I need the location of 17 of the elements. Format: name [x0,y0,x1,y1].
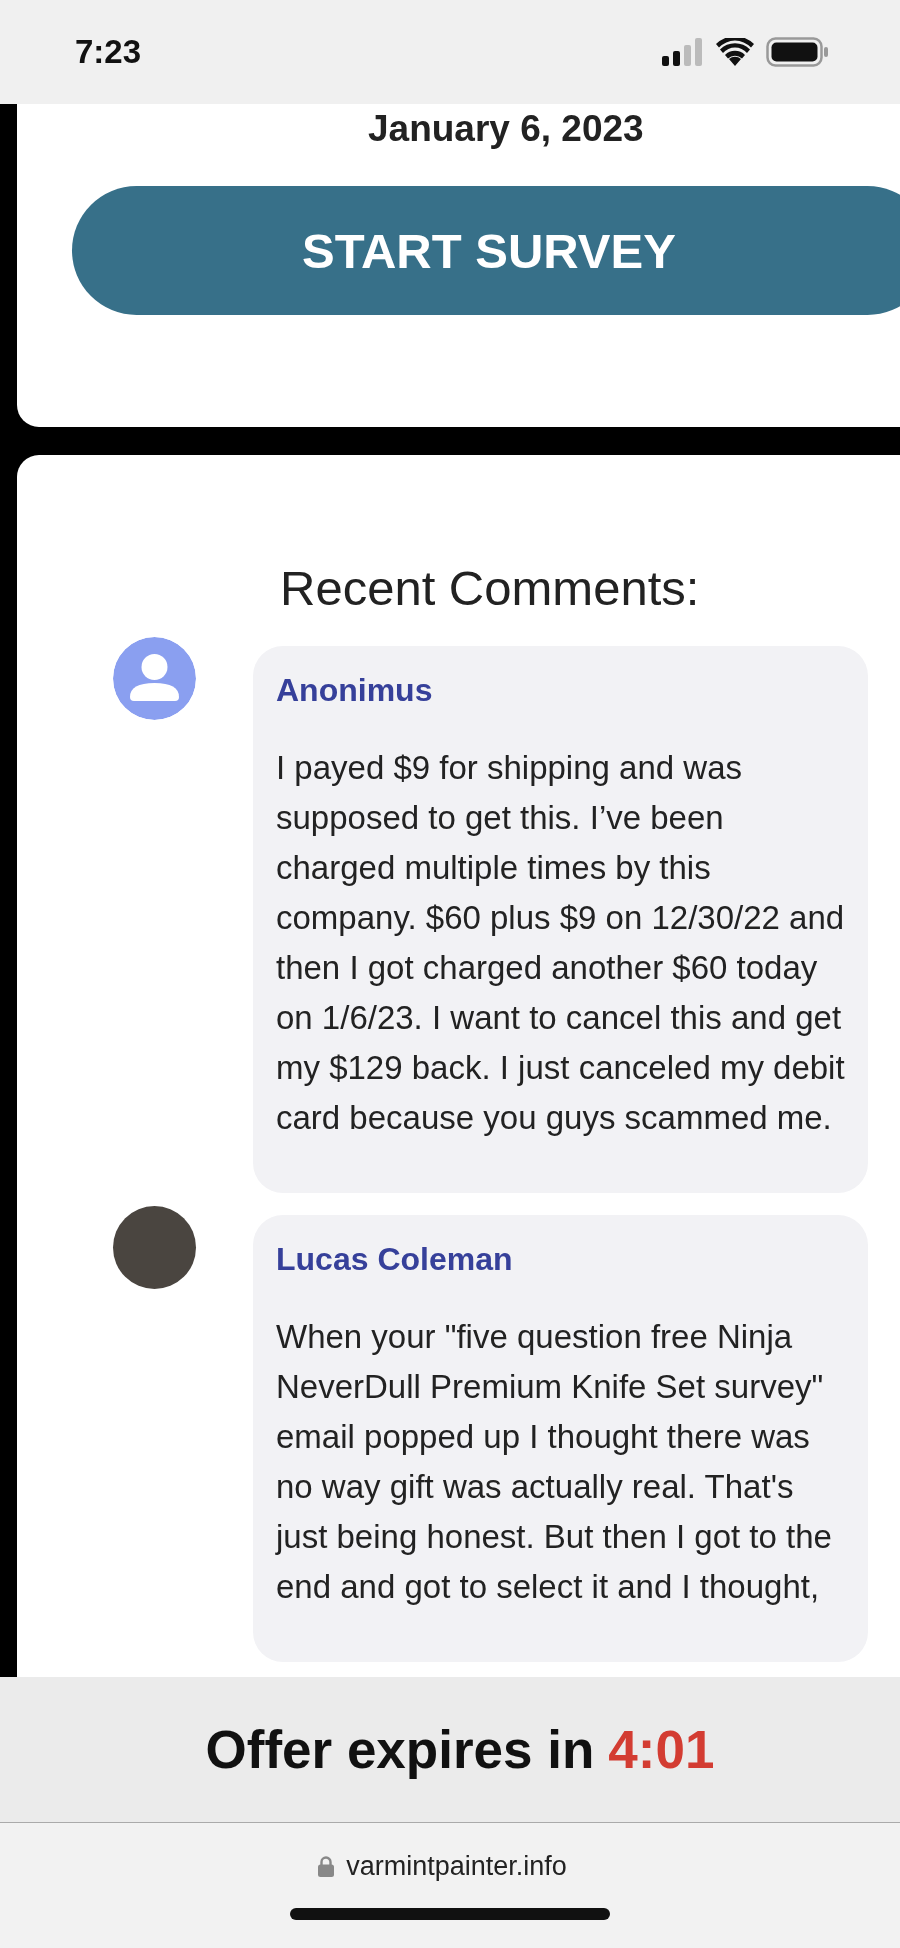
clock-time: 7:23 [75,33,142,71]
comment-text: I payed $9 for shipping and was supposed to get this. I’ve been charged multiple times by this company. $60 plus $9 on 12/30/22 and then I got charged another $60 today on 1/6/23. I want to cancel this and get my $129 back. I just canceled my debit card because you guys scammed me. [276,748,846,1138]
home-indicator[interactable] [290,1908,610,1920]
commenter-name: Anonimus [276,672,434,709]
comment-text: When your "five question free Ninja NeverDull Premium Knife Set survey" email popped up I thought there was no way gift was actually real. That's just being honest. But then I got to the end and got to select it and I thought, [276,1317,833,1607]
start-survey-button[interactable]: START SURVEY [72,186,900,315]
user-avatar-icon [113,637,196,720]
survey-date: January 6, 2023 [368,108,644,150]
wifi-icon [716,38,754,66]
battery-icon [766,37,828,67]
lock-icon [318,1856,335,1877]
countdown-timer: 4:01 [608,1719,715,1780]
commenter-name: Lucas Coleman [276,1241,514,1278]
signal-icon [662,38,704,66]
offer-label: Offer expires in [205,1719,595,1780]
section-title: Recent Comments: [280,560,701,616]
url-address[interactable]: varmintpainter.info [346,1851,567,1882]
